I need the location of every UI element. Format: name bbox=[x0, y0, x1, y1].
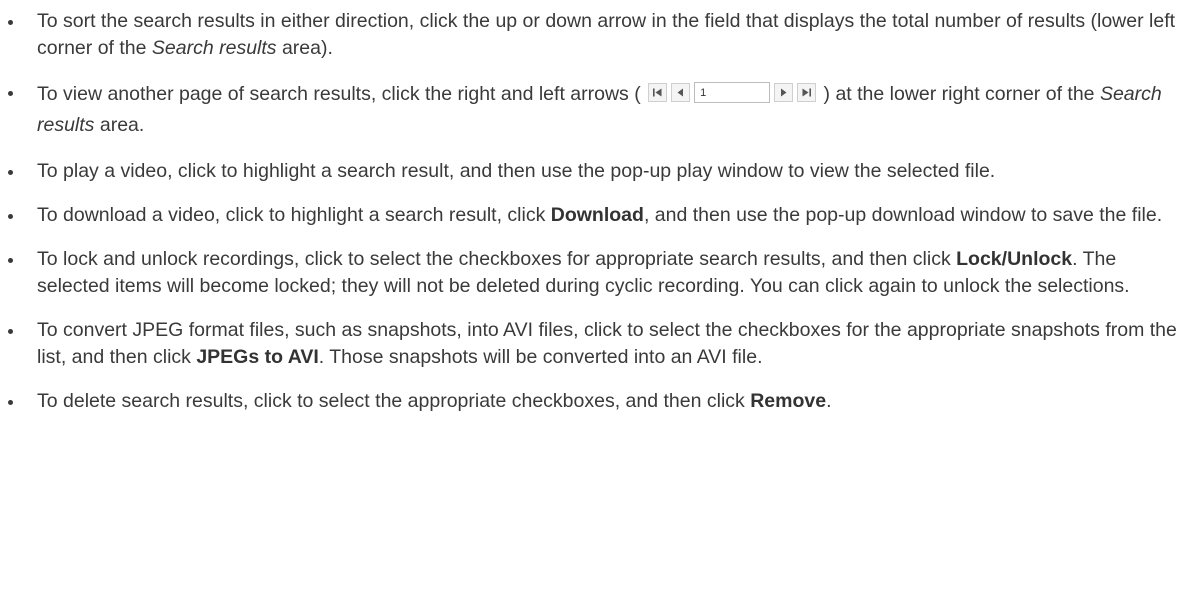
bullet-icon bbox=[8, 214, 13, 219]
bullet-icon bbox=[8, 91, 13, 96]
item-text: . Those snapshots will be converted into… bbox=[318, 346, 763, 368]
bullet-icon bbox=[8, 258, 13, 263]
item-text: area. bbox=[94, 114, 145, 136]
bullet-icon bbox=[8, 329, 13, 334]
item-text: area). bbox=[276, 37, 333, 59]
prev-page-icon[interactable] bbox=[671, 83, 691, 103]
item-text: . bbox=[826, 390, 832, 412]
list-item-lock: To lock and unlock recordings, click to … bbox=[0, 246, 1180, 300]
page-number-input[interactable] bbox=[694, 82, 771, 104]
list-item-sort: To sort the search results in either dir… bbox=[0, 8, 1180, 62]
list-item-download: To download a video, click to highlight … bbox=[0, 202, 1180, 229]
item-text: To delete search results, click to selec… bbox=[37, 390, 751, 412]
item-text: ) at the lower right corner of the bbox=[823, 83, 1100, 105]
item-emphasis: Search results bbox=[151, 37, 277, 59]
bullet-icon bbox=[8, 20, 13, 25]
item-text: To download a video, click to highlight … bbox=[37, 204, 551, 226]
next-page-icon[interactable] bbox=[774, 83, 794, 103]
remove-label: Remove bbox=[750, 390, 827, 412]
pager-control bbox=[648, 82, 817, 104]
item-text: To lock and unlock recordings, click to … bbox=[37, 248, 957, 270]
item-text: , and then use the pop-up download windo… bbox=[643, 204, 1163, 226]
first-page-icon[interactable] bbox=[648, 83, 668, 103]
instruction-list: To sort the search results in either dir… bbox=[0, 0, 1180, 415]
bullet-icon bbox=[8, 170, 13, 175]
list-item-play: To play a video, click to highlight a se… bbox=[0, 158, 1180, 185]
list-item-convert: To convert JPEG format files, such as sn… bbox=[0, 317, 1180, 371]
list-item-paging: To view another page of search results, … bbox=[0, 79, 1180, 141]
item-text: To view another page of search results, … bbox=[37, 83, 641, 105]
item-text: To play a video, click to highlight a se… bbox=[37, 160, 996, 182]
download-label: Download bbox=[550, 204, 644, 226]
list-item-remove: To delete search results, click to selec… bbox=[0, 388, 1180, 415]
lock-unlock-label: Lock/Unlock bbox=[956, 248, 1073, 270]
last-page-icon[interactable] bbox=[797, 83, 817, 103]
bullet-icon bbox=[8, 400, 13, 405]
jpegs-to-avi-label: JPEGs to AVI bbox=[196, 346, 319, 368]
